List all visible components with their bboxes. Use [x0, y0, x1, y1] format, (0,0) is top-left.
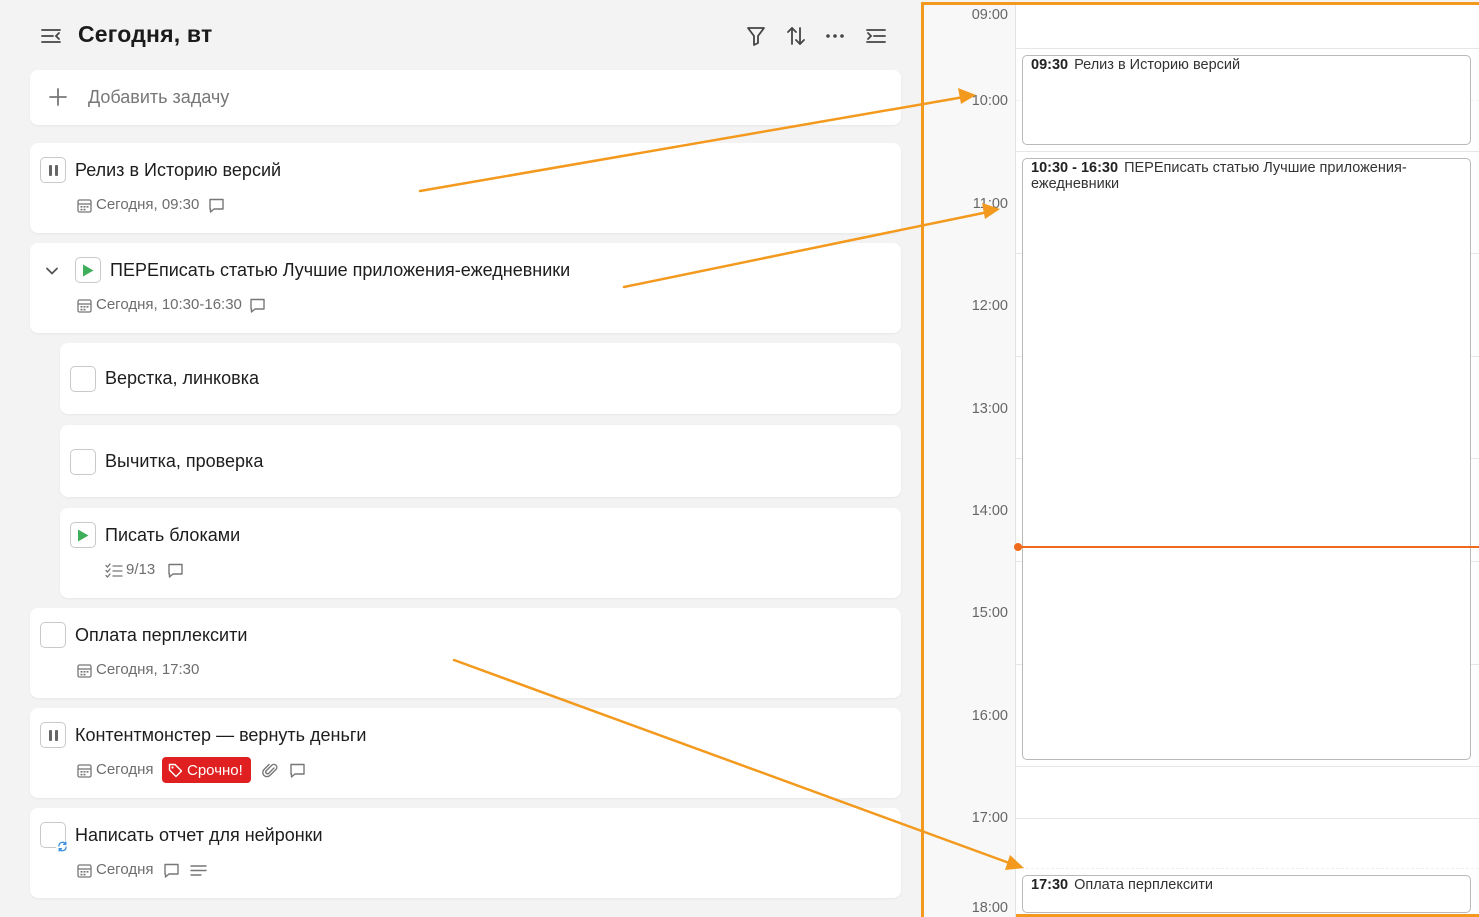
description-icon[interactable]: [189, 861, 207, 879]
hour-label: 16:00: [971, 708, 1008, 724]
hour-label: 12:00: [971, 298, 1008, 314]
task-title: Контентмонстер — вернуть деньги: [75, 725, 367, 745]
calendar-icon: [76, 762, 92, 778]
header: Сегодня, вт: [0, 0, 920, 70]
hour-label: 14:00: [971, 503, 1008, 519]
task-date: Сегодня, 09:30: [96, 196, 200, 213]
task-date: Сегодня, 10:30-16:30: [96, 296, 242, 313]
hour-line: [1016, 151, 1479, 152]
task-title: Релиз в Историю версий: [75, 160, 282, 180]
task-card[interactable]: [30, 143, 901, 233]
event-time: 10:30 - 16:30: [1031, 160, 1119, 176]
task-card[interactable]: [30, 243, 901, 333]
task-date: Сегодня: [96, 761, 154, 778]
task-list-pane: Сегодня, вт Добавить задачу Релиз в Исто…: [0, 0, 920, 917]
subtask-title: Вычитка, проверка: [105, 451, 264, 471]
task-checkbox[interactable]: [70, 449, 96, 475]
task-card[interactable]: [30, 808, 901, 898]
calendar-event[interactable]: 17:30 Оплата перплексити: [1022, 875, 1471, 913]
current-time-line: [1018, 546, 1479, 548]
task-title: ПЕРЕписать статью Лучшие приложения-ежед…: [110, 260, 571, 280]
task-card[interactable]: [30, 608, 901, 698]
event-title: Релиз в Историю версий: [1074, 57, 1241, 73]
comment-icon[interactable]: [207, 196, 225, 214]
hour-label: 18:00: [971, 900, 1008, 916]
task-title: Написать отчет для нейронки: [75, 825, 323, 845]
play-icon[interactable]: [70, 522, 96, 548]
tag-label: Срочно!: [187, 761, 243, 779]
task-date: Сегодня: [96, 861, 154, 878]
hour-label: 15:00: [971, 605, 1008, 621]
subtask-progress: 9/13: [126, 561, 156, 578]
comment-icon[interactable]: [288, 761, 306, 779]
task-checkbox[interactable]: [40, 622, 66, 648]
menu-collapse-icon[interactable]: [36, 21, 66, 51]
calendar-event[interactable]: 10:30 - 16:30 ПЕРЕписать статью Лучшие пр…: [1022, 158, 1471, 760]
calendar-icon: [76, 662, 92, 678]
calendar-icon: [76, 197, 92, 213]
page-title: Сегодня, вт: [78, 21, 213, 47]
panel-toggle-icon[interactable]: [861, 21, 891, 51]
hour-label: 11:00: [972, 196, 1008, 212]
calendar-event[interactable]: 09:30 Релиз в Историю версий: [1022, 55, 1471, 145]
comment-icon[interactable]: [162, 861, 180, 879]
pause-icon[interactable]: [40, 157, 66, 183]
tag-icon: [168, 763, 183, 778]
hour-label: 13:00: [971, 401, 1008, 417]
checklist-icon: [105, 562, 123, 578]
event-time: 09:30: [1031, 57, 1069, 73]
sort-icon[interactable]: [781, 21, 811, 51]
task-title: Оплата перплексити: [75, 625, 248, 645]
hour-line: [1016, 766, 1479, 767]
comment-icon[interactable]: [166, 561, 184, 579]
calendar-icon: [76, 297, 92, 313]
task-date: Сегодня, 17:30: [96, 661, 200, 678]
play-icon[interactable]: [75, 257, 101, 283]
pause-icon[interactable]: [40, 722, 66, 748]
plus-icon: [48, 87, 68, 107]
event-title: Оплата перплексити: [1074, 877, 1213, 893]
hour-label: 17:00: [971, 810, 1008, 826]
chevron-down-icon[interactable]: [43, 262, 61, 280]
urgent-tag[interactable]: Срочно!: [162, 757, 251, 783]
comment-icon[interactable]: [248, 296, 266, 314]
more-icon[interactable]: [820, 21, 850, 51]
subtask-title: Писать блоками: [105, 525, 241, 545]
hour-label: 10:00: [971, 93, 1008, 109]
event-time: 17:30: [1031, 877, 1069, 893]
subtask-title: Верстка, линковка: [105, 368, 259, 388]
attachment-icon[interactable]: [261, 761, 279, 779]
repeat-icon: [56, 840, 69, 853]
calendar-icon: [76, 862, 92, 878]
time-gutter: [924, 5, 1016, 917]
subtask-card[interactable]: [60, 508, 901, 598]
hour-label: 09:00: [971, 7, 1008, 23]
hour-line: [1016, 818, 1479, 819]
hour-line: [1016, 48, 1479, 49]
half-hour-line: [1016, 868, 1479, 869]
filter-icon[interactable]: [741, 21, 771, 51]
task-checkbox[interactable]: [70, 366, 96, 392]
task-card[interactable]: [30, 708, 901, 798]
add-task-placeholder: Добавить задачу: [88, 87, 230, 107]
current-time-dot: [1014, 543, 1022, 551]
